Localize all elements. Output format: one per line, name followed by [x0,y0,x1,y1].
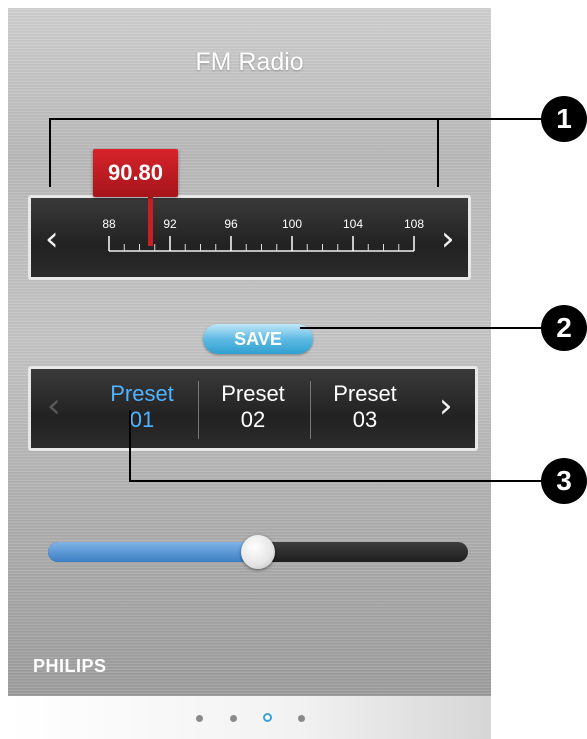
callout-badge-1: 1 [541,96,587,142]
callout-badge-2: 2 [541,305,587,351]
callout-badge-3: 3 [541,458,587,504]
callout-lines [49,118,545,482]
